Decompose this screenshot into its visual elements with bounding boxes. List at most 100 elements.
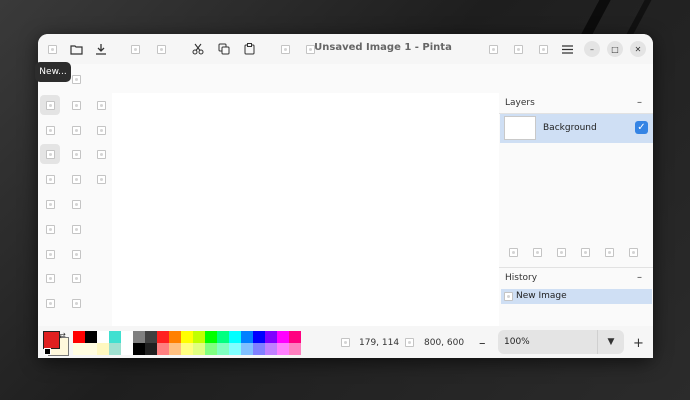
tool-button[interactable] (91, 95, 111, 115)
palette-swatch[interactable] (109, 343, 121, 355)
palette-swatch[interactable] (289, 331, 301, 343)
layers-collapse-button[interactable]: – (637, 97, 642, 108)
hamburger-menu-icon[interactable] (559, 41, 575, 57)
checkmark-icon[interactable]: ✓ (635, 121, 648, 134)
palette-swatch[interactable] (121, 331, 133, 343)
palette-swatch[interactable] (277, 343, 289, 355)
palette-swatch[interactable] (133, 331, 145, 343)
cursor-position: 179, 114 (359, 338, 400, 348)
palette-swatch[interactable] (217, 343, 229, 355)
image-placeholder-icon[interactable] (277, 41, 293, 57)
tool-button[interactable] (66, 95, 86, 115)
palette-swatch[interactable] (253, 331, 265, 343)
zoom-value[interactable]: 100% (504, 337, 530, 347)
image-placeholder-icon[interactable] (533, 248, 542, 257)
palette-swatch[interactable] (85, 343, 97, 355)
tool-button[interactable] (40, 244, 60, 264)
maximize-button[interactable]: □ (607, 41, 623, 57)
tool-button[interactable] (40, 144, 60, 164)
palette-swatch[interactable] (181, 331, 193, 343)
download-icon[interactable] (93, 41, 109, 57)
tool-button[interactable] (40, 219, 60, 239)
scissors-icon[interactable] (190, 41, 206, 57)
palette-swatch[interactable] (241, 343, 253, 355)
tool-button[interactable] (40, 194, 60, 214)
primary-color-swatch[interactable] (43, 331, 60, 349)
open-folder-icon[interactable] (68, 41, 84, 57)
palette-swatch[interactable] (145, 343, 157, 355)
image-placeholder-icon[interactable] (485, 41, 501, 57)
palette-swatch[interactable] (109, 331, 121, 343)
tool-button[interactable] (66, 169, 86, 189)
palette-swatch[interactable] (265, 331, 277, 343)
layer-toolbar (509, 248, 649, 260)
palette-swatch[interactable] (265, 343, 277, 355)
tool-button[interactable] (66, 120, 86, 140)
palette-swatch[interactable] (229, 343, 241, 355)
image-placeholder-icon[interactable] (127, 41, 143, 57)
minimize-button[interactable]: – (584, 41, 600, 57)
palette-swatch[interactable] (121, 343, 133, 355)
zoom-combobox[interactable]: 100% ▼ (498, 330, 624, 354)
tool-button[interactable] (40, 120, 60, 140)
palette-swatch[interactable] (169, 331, 181, 343)
image-placeholder-icon[interactable] (581, 248, 590, 257)
palette-swatch[interactable] (205, 331, 217, 343)
palette-swatch[interactable] (133, 343, 145, 355)
tool-button[interactable] (66, 268, 86, 288)
image-placeholder-icon[interactable] (44, 41, 60, 57)
palette-swatch[interactable] (229, 331, 241, 343)
palette-swatch[interactable] (181, 343, 193, 355)
palette-swatch[interactable] (277, 331, 289, 343)
tool-button[interactable] (91, 120, 111, 140)
palette-swatch[interactable] (97, 343, 109, 355)
reset-colors-icon[interactable] (44, 348, 51, 355)
layer-row[interactable]: Background ✓ (500, 114, 653, 143)
palette-swatch[interactable] (169, 343, 181, 355)
copy-icon[interactable] (216, 41, 232, 57)
tool-button[interactable] (66, 219, 86, 239)
image-placeholder-icon[interactable] (510, 41, 526, 57)
tool-button[interactable] (66, 194, 86, 214)
clipboard-icon[interactable] (241, 41, 257, 57)
palette-swatch[interactable] (73, 343, 85, 355)
palette-swatch[interactable] (289, 343, 301, 355)
image-placeholder-icon[interactable] (557, 248, 566, 257)
tool-row (38, 268, 118, 290)
palette-swatch[interactable] (193, 331, 205, 343)
palette-swatch[interactable] (217, 331, 229, 343)
palette-swatch[interactable] (193, 343, 205, 355)
palette-swatch[interactable] (157, 331, 169, 343)
tool-button[interactable] (66, 293, 86, 313)
history-item[interactable]: New Image (501, 289, 652, 304)
palette-swatch[interactable] (253, 343, 265, 355)
tool-button[interactable] (40, 268, 60, 288)
tool-button[interactable] (66, 244, 86, 264)
image-placeholder-icon[interactable] (605, 248, 614, 257)
image-canvas[interactable] (112, 93, 499, 326)
palette-swatch[interactable] (205, 343, 217, 355)
palette-swatch[interactable] (157, 343, 169, 355)
swap-colors-icon[interactable]: ⇄ (59, 331, 66, 340)
tool-button[interactable] (40, 95, 60, 115)
close-button[interactable]: ✕ (630, 41, 646, 57)
palette-swatch[interactable] (85, 331, 97, 343)
tool-row (38, 244, 118, 266)
tool-button[interactable] (66, 144, 86, 164)
palette-swatch[interactable] (73, 331, 85, 343)
tool-button[interactable] (91, 169, 111, 189)
tool-button[interactable] (40, 169, 60, 189)
palette-swatch[interactable] (97, 331, 109, 343)
palette-swatch[interactable] (145, 331, 157, 343)
palette-swatch[interactable] (241, 331, 253, 343)
zoom-in-button[interactable]: + (633, 336, 644, 351)
image-placeholder-icon[interactable] (535, 41, 551, 57)
history-collapse-button[interactable]: – (637, 272, 642, 283)
image-placeholder-icon[interactable] (153, 41, 169, 57)
zoom-out-button[interactable]: – (479, 336, 486, 351)
image-placeholder-icon[interactable] (509, 248, 518, 257)
tool-button[interactable] (40, 293, 60, 313)
chevron-down-icon[interactable]: ▼ (597, 330, 624, 354)
image-placeholder-icon[interactable] (629, 248, 638, 257)
tool-button[interactable] (91, 144, 111, 164)
